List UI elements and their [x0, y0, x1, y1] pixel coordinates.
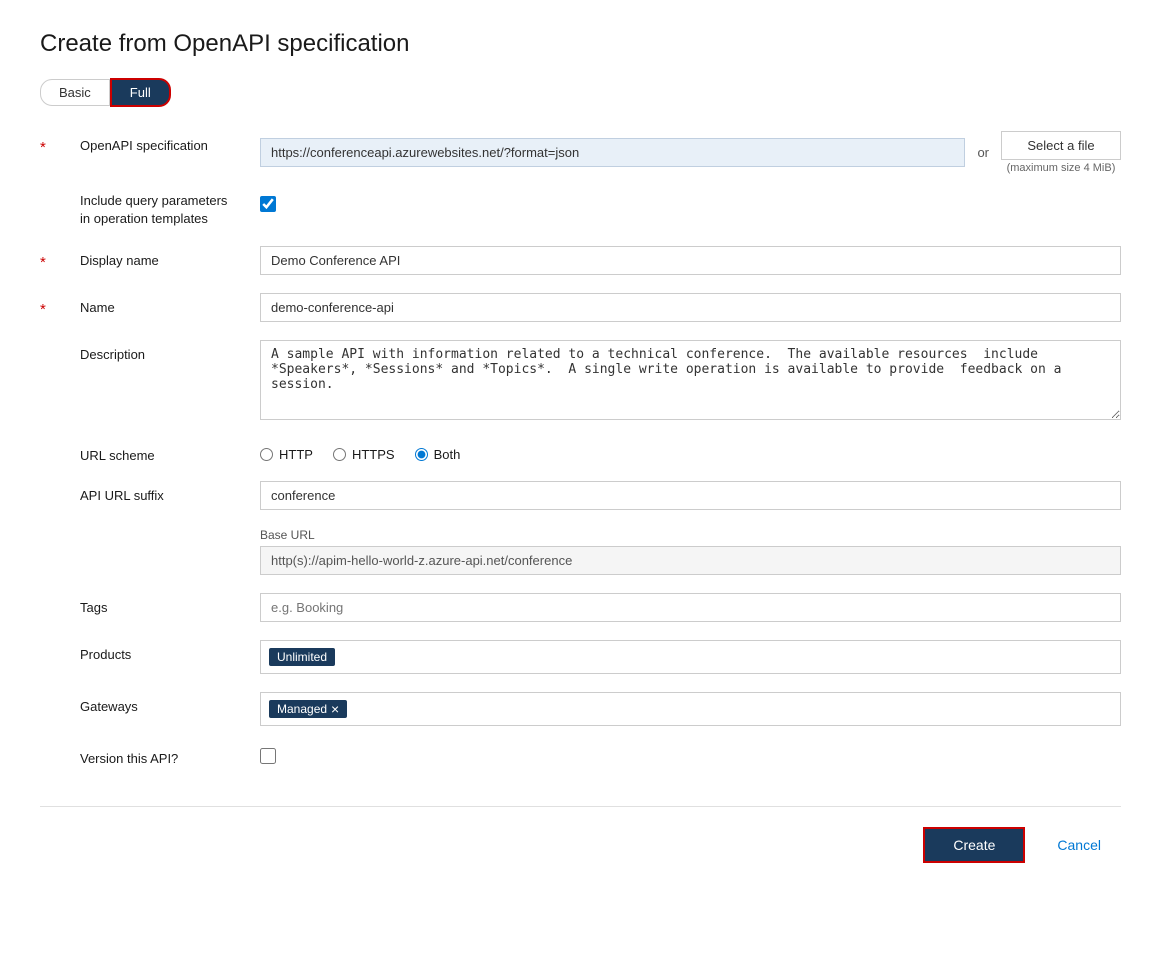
products-input-wrapper[interactable]: Unlimited: [260, 640, 1121, 674]
gateways-label: Gateways: [80, 692, 240, 714]
select-file-group: Select a file (maximum size 4 MiB): [1001, 131, 1121, 174]
include-query-label: Include query parameters in operation te…: [80, 192, 240, 228]
radio-http[interactable]: HTTP: [260, 447, 313, 462]
base-url-input: [260, 546, 1121, 575]
radio-http-label: HTTP: [279, 447, 313, 462]
name-field: [260, 293, 1121, 322]
radio-both-label: Both: [434, 447, 461, 462]
select-file-note: (maximum size 4 MiB): [1007, 162, 1116, 174]
base-url-section: Base URL: [260, 528, 1121, 575]
tags-field: [260, 593, 1121, 622]
include-query-checkbox[interactable]: [260, 196, 276, 212]
openapi-spec-field: or Select a file (maximum size 4 MiB): [260, 131, 1121, 174]
description-label: Description: [80, 340, 240, 362]
include-query-row: Include query parameters in operation te…: [40, 192, 1121, 228]
version-checkbox-row: [260, 744, 1121, 764]
radio-both[interactable]: Both: [415, 447, 461, 462]
radio-https[interactable]: HTTPS: [333, 447, 395, 462]
form: * OpenAPI specification or Select a file…: [40, 131, 1121, 766]
gateways-chip-remove[interactable]: ×: [331, 702, 339, 716]
products-row: Products Unlimited: [40, 640, 1121, 674]
tags-label: Tags: [80, 593, 240, 615]
tab-full[interactable]: Full: [110, 78, 171, 107]
or-text: or: [977, 145, 989, 160]
description-textarea[interactable]: A sample API with information related to…: [260, 340, 1121, 420]
name-row: * Name: [40, 293, 1121, 322]
include-query-field: [260, 192, 1121, 212]
gateways-chip-managed: Managed ×: [269, 700, 347, 718]
products-chip-unlimited: Unlimited: [269, 648, 335, 666]
openapi-spec-label: OpenAPI specification: [80, 131, 240, 153]
gateways-chip-label: Managed: [277, 702, 327, 716]
base-url-row: Base URL: [40, 528, 1121, 575]
radio-http-input[interactable]: [260, 448, 273, 461]
page-title: Create from OpenAPI specification: [40, 30, 1121, 58]
radio-https-input[interactable]: [333, 448, 346, 461]
tab-basic[interactable]: Basic: [40, 79, 110, 106]
api-url-suffix-row: API URL suffix: [40, 481, 1121, 510]
description-row: Description A sample API with informatio…: [40, 340, 1121, 423]
name-label: Name: [80, 293, 240, 315]
name-input[interactable]: [260, 293, 1121, 322]
tab-row: Basic Full: [40, 78, 1121, 107]
api-url-suffix-label: API URL suffix: [80, 481, 240, 503]
bottom-actions: Create Cancel: [40, 806, 1121, 863]
base-url-field: Base URL: [260, 528, 1121, 575]
openapi-input-group: or Select a file (maximum size 4 MiB): [260, 131, 1121, 174]
version-checkbox[interactable]: [260, 748, 276, 764]
products-field: Unlimited: [260, 640, 1121, 674]
version-label: Version this API?: [80, 744, 240, 766]
tags-row: Tags: [40, 593, 1121, 622]
tags-input[interactable]: [260, 593, 1121, 622]
url-scheme-label: URL scheme: [80, 441, 240, 463]
url-scheme-radio-group: HTTP HTTPS Both: [260, 441, 1121, 462]
openapi-spec-row: * OpenAPI specification or Select a file…: [40, 131, 1121, 174]
gateways-row: Gateways Managed ×: [40, 692, 1121, 726]
required-star-display: *: [40, 246, 60, 271]
select-file-button[interactable]: Select a file: [1001, 131, 1121, 160]
display-name-field: [260, 246, 1121, 275]
gateways-field: Managed ×: [260, 692, 1121, 726]
include-query-checkbox-container: [260, 192, 1121, 212]
required-star-openapi: *: [40, 131, 60, 156]
cancel-button[interactable]: Cancel: [1037, 829, 1121, 861]
create-button[interactable]: Create: [923, 827, 1025, 863]
version-row: Version this API?: [40, 744, 1121, 766]
description-field: A sample API with information related to…: [260, 340, 1121, 423]
api-url-suffix-input[interactable]: [260, 481, 1121, 510]
base-url-label: Base URL: [260, 528, 1121, 542]
display-name-row: * Display name: [40, 246, 1121, 275]
products-label: Products: [80, 640, 240, 662]
required-star-name: *: [40, 293, 60, 318]
openapi-spec-input[interactable]: [260, 138, 965, 167]
display-name-input[interactable]: [260, 246, 1121, 275]
radio-https-label: HTTPS: [352, 447, 395, 462]
version-field: [260, 744, 1121, 764]
gateways-input-wrapper[interactable]: Managed ×: [260, 692, 1121, 726]
api-url-suffix-field: [260, 481, 1121, 510]
radio-both-input[interactable]: [415, 448, 428, 461]
url-scheme-row: URL scheme HTTP HTTPS Both: [40, 441, 1121, 463]
url-scheme-field: HTTP HTTPS Both: [260, 441, 1121, 462]
display-name-label: Display name: [80, 246, 240, 268]
